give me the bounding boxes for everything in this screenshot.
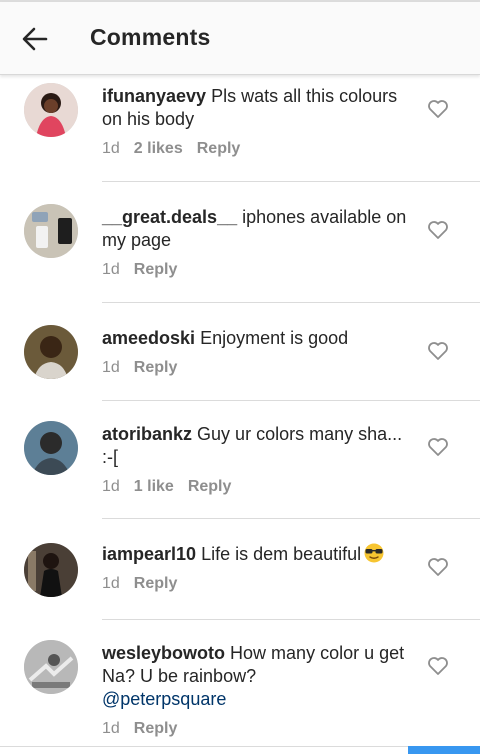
reply-button[interactable]: Reply [134,720,178,737]
like-button[interactable] [427,99,449,119]
comment-username[interactable]: atoribankz [102,424,192,444]
comment-time: 1d [102,575,120,592]
avatar[interactable] [24,421,78,475]
heart-outline-icon [428,100,448,118]
reply-button[interactable]: Reply [134,359,178,376]
divider [102,400,480,401]
like-button[interactable] [427,220,449,240]
comment-meta: 1d Reply [102,359,191,377]
avatar[interactable] [24,204,78,258]
sunglasses-emoji [363,543,385,563]
arrow-left-icon [22,27,48,51]
like-button[interactable] [427,656,449,676]
mention-link[interactable]: @peterpsquare [102,689,226,709]
reply-button[interactable]: Reply [134,575,178,592]
reply-button[interactable]: Reply [197,140,241,157]
divider [102,518,480,519]
avatar[interactable] [24,640,78,694]
like-button[interactable] [427,341,449,361]
comment-meta: 1d 2 likes Reply [102,140,254,158]
comment-username[interactable]: __great.deals__ [102,207,237,227]
avatar[interactable] [24,325,78,379]
comment-username[interactable]: wesleybowoto [102,643,225,663]
comment-body: __great.deals__ iphones available on my … [102,206,417,252]
comment-body: wesleybowoto How many color u get Na? U … [102,642,417,711]
avatar[interactable] [24,543,78,597]
comment-likes[interactable]: 1 like [134,478,174,495]
like-button[interactable] [427,557,449,577]
comment-body: atoribankz Guy ur colors many sha... :-[ [102,423,417,469]
like-button[interactable] [427,437,449,457]
heart-outline-icon [428,221,448,239]
comment-time: 1d [102,720,120,737]
divider [102,302,480,303]
heart-outline-icon [428,657,448,675]
comment-likes[interactable]: 2 likes [134,140,183,157]
back-button[interactable] [20,24,50,54]
comment-body: ifunanyaevy Pls wats all this colours on… [102,85,417,131]
reply-button[interactable]: Reply [188,478,232,495]
comment-time: 1d [102,140,120,157]
heart-outline-icon [428,438,448,456]
header: Comments [0,2,480,75]
heart-outline-icon [428,342,448,360]
heart-outline-icon [428,558,448,576]
comment-time: 1d [102,359,120,376]
comment-body: ameedoski Enjoyment is good [102,327,417,350]
comment-time: 1d [102,261,120,278]
post-button[interactable] [408,746,480,754]
page-title: Comments [90,24,211,50]
comment-meta: 1d 1 like Reply [102,478,245,496]
comment-username[interactable]: ifunanyaevy [102,86,206,106]
comment-meta: 1d Reply [102,575,191,593]
comment-meta: 1d Reply [102,261,191,279]
avatar[interactable] [24,83,78,137]
divider [102,181,480,182]
comment-time: 1d [102,478,120,495]
comment-username[interactable]: iampearl10 [102,544,196,564]
reply-button[interactable]: Reply [134,261,178,278]
comment-body: iampearl10 Life is dem beautiful [102,543,417,566]
comment-text: Life is dem beautiful [201,544,362,564]
divider [102,619,480,620]
comment-text: Enjoyment is good [200,328,349,348]
comment-meta: 1d Reply [102,720,191,738]
comment-username[interactable]: ameedoski [102,328,195,348]
